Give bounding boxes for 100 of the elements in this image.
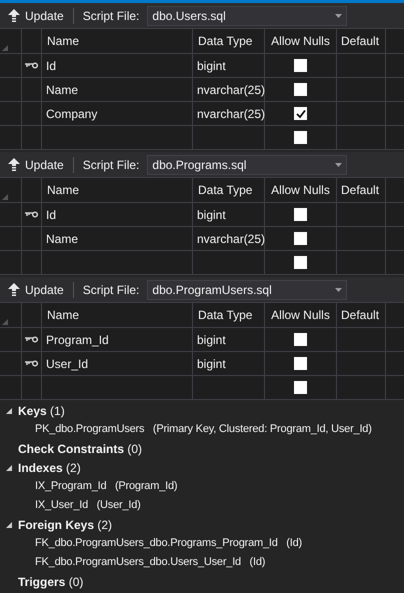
header-corner-cell[interactable] — [0, 29, 22, 54]
data-type-cell[interactable]: bigint — [193, 352, 265, 376]
column-header[interactable]: Default — [337, 303, 386, 328]
data-type-cell[interactable]: nvarchar(25) — [193, 227, 265, 251]
allow-nulls-cell[interactable] — [265, 54, 337, 78]
expanded-arrow-icon[interactable] — [6, 464, 12, 470]
column-header[interactable]: Name — [42, 303, 193, 328]
allow-nulls-cell[interactable] — [265, 102, 337, 126]
tree-group-label[interactable]: Keys (1) — [18, 402, 65, 420]
checkbox[interactable] — [294, 381, 307, 394]
name-cell[interactable]: Name — [42, 227, 193, 251]
column-header[interactable]: Name — [42, 29, 193, 54]
allow-nulls-cell[interactable] — [265, 203, 337, 227]
script-file-dropdown[interactable]: dbo.Users.sql — [147, 6, 348, 26]
row-header-cell[interactable] — [0, 328, 22, 352]
name-cell[interactable]: User_Id — [42, 352, 193, 376]
data-type-cell[interactable]: nvarchar(25) — [193, 78, 265, 102]
update-button[interactable]: Update — [8, 280, 64, 298]
key-icon — [25, 336, 38, 343]
allow-nulls-cell[interactable] — [265, 227, 337, 251]
tree-item[interactable]: FK_dbo.ProgramUsers_dbo.Users_User_Id (Id) — [35, 554, 266, 571]
corner-icon — [2, 194, 8, 200]
row-header-cell[interactable] — [0, 203, 22, 227]
empty-cell[interactable] — [42, 251, 193, 275]
name-cell[interactable]: Id — [42, 54, 193, 78]
tree-group-label[interactable]: Triggers (0) — [18, 572, 84, 590]
column-header[interactable]: Data Type — [193, 29, 265, 54]
update-button[interactable]: Update — [8, 6, 64, 24]
default-cell[interactable] — [337, 227, 386, 251]
expanded-arrow-icon[interactable] — [6, 522, 12, 528]
tree-item[interactable]: IX_Program_Id (Program_Id) — [35, 478, 178, 495]
script-file-value: dbo.ProgramUsers.sql — [152, 282, 272, 298]
data-type-cell[interactable]: bigint — [193, 54, 265, 78]
expanded-arrow-icon[interactable] — [6, 408, 12, 414]
update-button[interactable]: Update — [8, 156, 64, 174]
tree-item[interactable]: PK_dbo.ProgramUsers (Primary Key, Clustered: Program_Id, User_Id) — [35, 421, 372, 438]
column-header[interactable]: Allow Nulls — [265, 178, 337, 203]
name-cell[interactable]: Id — [42, 203, 193, 227]
default-cell[interactable] — [337, 352, 386, 376]
checkbox[interactable] — [294, 357, 307, 370]
allow-nulls-cell[interactable] — [265, 251, 337, 275]
tree-group-label[interactable]: Indexes (2) — [18, 458, 81, 476]
row-header-cell[interactable] — [0, 102, 22, 126]
default-cell[interactable] — [337, 78, 386, 102]
tree-group-label[interactable]: Foreign Keys (2) — [18, 516, 112, 534]
checkbox[interactable] — [294, 333, 307, 346]
corner-icon — [2, 45, 8, 51]
row-header-cell[interactable] — [0, 78, 22, 102]
checkbox[interactable] — [294, 59, 307, 72]
row-header-cell[interactable] — [0, 126, 22, 150]
allow-nulls-cell[interactable] — [265, 328, 337, 352]
script-file-dropdown[interactable]: dbo.ProgramUsers.sql — [147, 280, 348, 300]
tree-item[interactable]: FK_dbo.ProgramUsers_dbo.Programs_Program_Id (Id) — [35, 535, 302, 552]
script-file-value: dbo.Programs.sql — [152, 156, 246, 174]
header-corner-cell[interactable] — [0, 178, 22, 203]
default-cell[interactable] — [337, 203, 386, 227]
key-icon — [25, 211, 38, 218]
caret-icon — [335, 288, 342, 292]
column-header[interactable]: Data Type — [193, 178, 265, 203]
column-header[interactable]: Name — [42, 178, 193, 203]
data-type-cell[interactable]: bigint — [193, 328, 265, 352]
row-header-cell[interactable] — [0, 54, 22, 78]
allow-nulls-cell[interactable] — [265, 78, 337, 102]
name-cell[interactable]: Company — [42, 102, 193, 126]
allow-nulls-cell[interactable] — [265, 126, 337, 150]
empty-cell[interactable] — [42, 126, 193, 150]
tree-group-label[interactable]: Check Constraints (0) — [18, 440, 142, 458]
default-cell[interactable] — [337, 328, 386, 352]
default-cell[interactable] — [337, 102, 386, 126]
column-header[interactable]: Default — [337, 178, 386, 203]
empty-cell[interactable] — [193, 126, 265, 150]
checkbox[interactable] — [294, 131, 307, 144]
up-arrow-icon — [8, 9, 20, 22]
default-cell[interactable] — [337, 251, 386, 275]
column-header[interactable]: Allow Nulls — [265, 29, 337, 54]
checkbox[interactable] — [294, 232, 307, 245]
empty-cell[interactable] — [193, 251, 265, 275]
data-type-cell[interactable]: nvarchar(25) — [193, 102, 265, 126]
checkbox[interactable] — [294, 83, 307, 96]
checkbox[interactable] — [294, 208, 307, 221]
allow-nulls-cell[interactable] — [265, 352, 337, 376]
checkbox[interactable] — [294, 107, 307, 120]
tree-item[interactable]: IX_User_Id (User_Id) — [35, 497, 141, 514]
script-file-dropdown[interactable]: dbo.Programs.sql — [147, 154, 348, 174]
default-cell[interactable] — [337, 126, 386, 150]
name-cell[interactable]: Program_Id — [42, 328, 193, 352]
data-type-cell[interactable]: bigint — [193, 203, 265, 227]
default-cell[interactable] — [337, 54, 386, 78]
caret-icon — [335, 14, 342, 18]
row-header-cell[interactable] — [0, 251, 22, 275]
name-cell[interactable]: Name — [42, 78, 193, 102]
script-file-label: Script File: — [82, 8, 140, 24]
row-header-cell[interactable] — [0, 352, 22, 376]
column-header[interactable]: Data Type — [193, 303, 265, 328]
key-icon — [25, 360, 38, 367]
column-header[interactable]: Default — [337, 29, 386, 54]
header-corner-cell[interactable] — [0, 303, 22, 328]
checkbox[interactable] — [294, 256, 307, 269]
row-header-cell[interactable] — [0, 227, 22, 251]
column-header[interactable]: Allow Nulls — [265, 303, 337, 328]
